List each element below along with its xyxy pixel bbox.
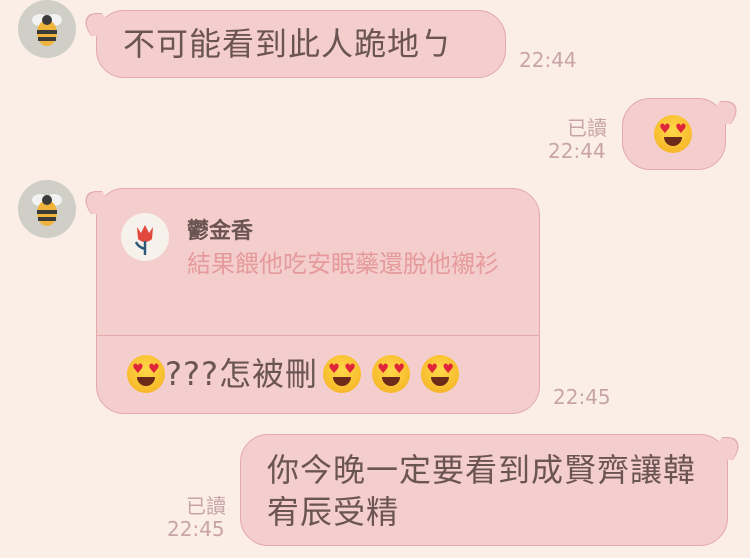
bee-icon [32,194,62,226]
message-text: 你今晚一定要看到成賢齊讓韓宥辰受精 [267,451,697,531]
message-text: ???怎被刪 [165,355,318,393]
message-time: 22:45 [553,385,611,409]
heart-eyes-emoji: ♥ ♥ [654,115,692,153]
read-receipt: 已讀 [567,116,607,140]
quote-text: 結果餵他吃安眠藥還脫他襯衫 [187,250,499,278]
heart-eyes-emoji: ♥ ♥ [421,355,460,393]
bee-icon [32,14,62,46]
message-bubble[interactable]: ♥ ♥ [622,98,726,170]
heart-eyes-emoji: ♥ ♥ [372,355,411,393]
quoted-message[interactable]: 鬱金香 結果餵他吃安眠藥還脫他襯衫 [97,189,539,336]
message-content: ♥ ♥ ???怎被刪 ♥ ♥ ♥ ♥ ♥ ♥ [127,353,460,395]
message-bubble[interactable]: 你今晚一定要看到成賢齊讓韓宥辰受精 [240,434,728,546]
message-time: 22:45 [167,517,225,541]
message-time: 22:44 [548,139,606,163]
heart-eyes-emoji: ♥ ♥ [323,355,362,393]
tulip-icon [134,225,153,255]
message-time: 22:44 [519,48,577,72]
message-text: 不可能看到此人跪地ㄅ [123,25,454,63]
quote-sender-name: 鬱金香 [187,219,254,244]
quote-avatar [121,213,169,261]
heart-eyes-emoji: ♥ ♥ [127,355,165,393]
message-bubble[interactable]: 不可能看到此人跪地ㄅ [96,10,506,78]
contact-avatar[interactable] [18,0,76,58]
reply-message-bubble[interactable]: 鬱金香 結果餵他吃安眠藥還脫他襯衫 ♥ ♥ ???怎被刪 ♥ ♥ ♥ ♥ ♥ ♥ [96,188,540,414]
read-receipt: 已讀 [186,494,226,518]
contact-avatar[interactable] [18,180,76,238]
